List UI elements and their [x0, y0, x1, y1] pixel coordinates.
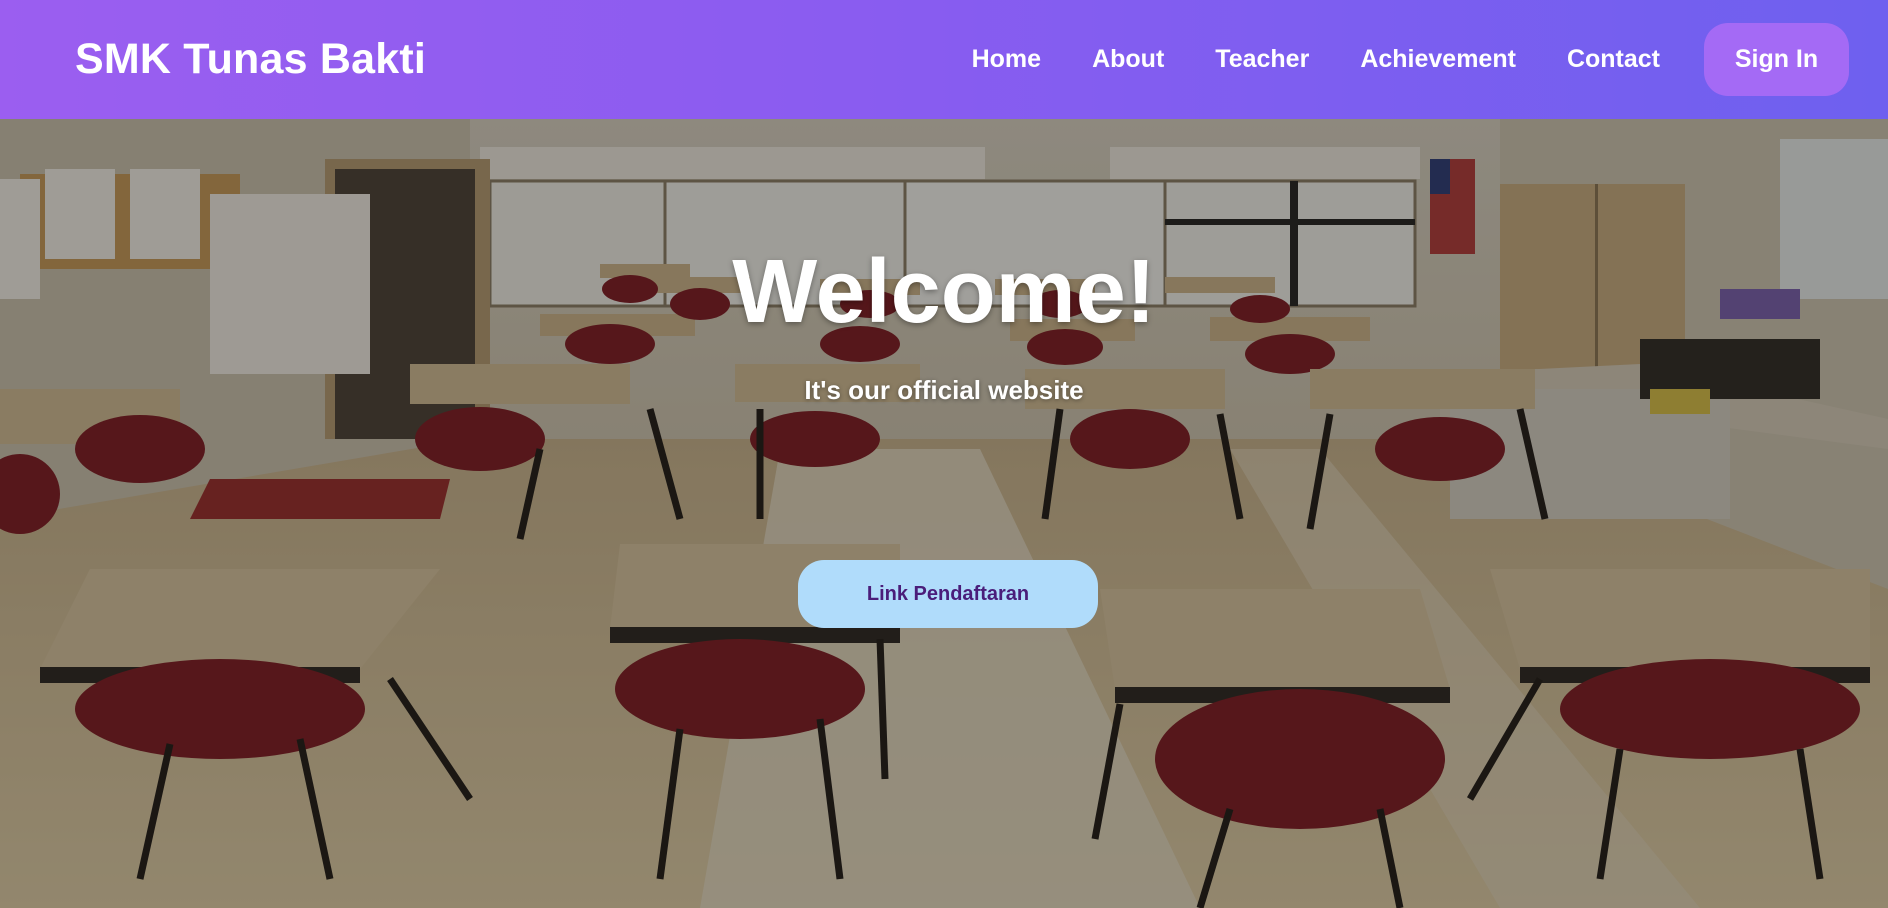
- nav-link-contact[interactable]: Contact: [1567, 45, 1660, 74]
- sign-in-button[interactable]: Sign In: [1704, 23, 1849, 96]
- hero-title: Welcome!: [732, 242, 1156, 342]
- brand-logo[interactable]: SMK Tunas Bakti: [75, 35, 426, 84]
- registration-link-button[interactable]: Link Pendaftaran: [798, 560, 1098, 628]
- hero-subtitle: It's our official website: [804, 375, 1084, 405]
- nav-menu: Home About Teacher Achievement Contact S…: [972, 23, 1849, 96]
- hero-section: Welcome! It's our official website Link …: [0, 119, 1888, 908]
- nav-link-achievement[interactable]: Achievement: [1360, 45, 1516, 74]
- nav-link-about[interactable]: About: [1092, 45, 1164, 74]
- nav-link-teacher[interactable]: Teacher: [1215, 45, 1309, 74]
- hero-dark-overlay: [0, 119, 1888, 908]
- nav-link-home[interactable]: Home: [972, 45, 1041, 74]
- navbar: SMK Tunas Bakti Home About Teacher Achie…: [0, 0, 1888, 119]
